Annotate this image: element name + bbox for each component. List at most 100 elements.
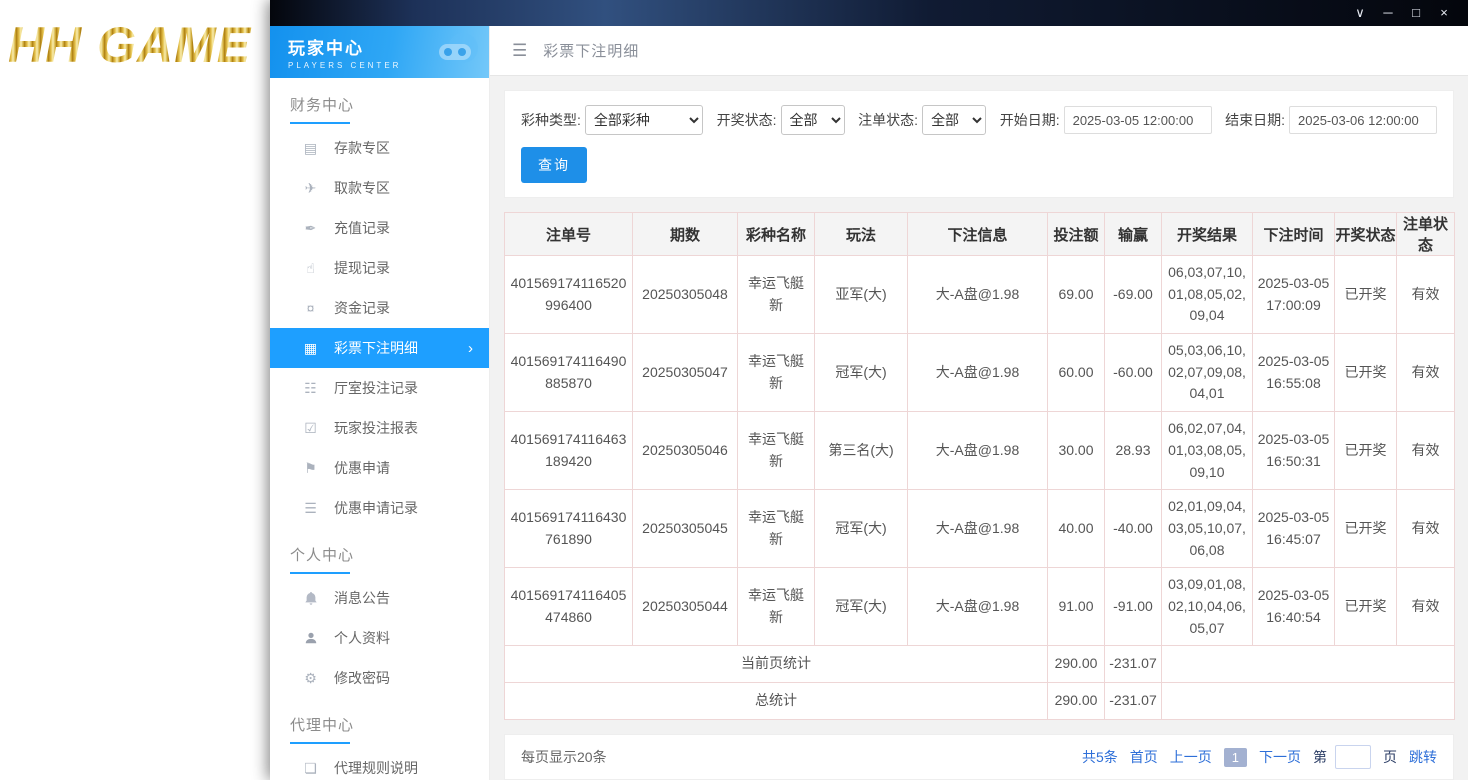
per-page-label: 每页显示20条 xyxy=(521,747,607,767)
section-finance-label: 财务中心 xyxy=(290,94,354,124)
sidebar-item-label: 修改密码 xyxy=(334,668,390,688)
cell-bet-info: 大-A盘@1.98 xyxy=(908,256,1048,334)
cell-bet-time: 2025-03-05 17:00:09 xyxy=(1253,256,1335,334)
page-jump-input[interactable] xyxy=(1335,745,1371,769)
col-lottery-name: 彩种名称 xyxy=(738,213,815,256)
col-bet-status: 注单状态 xyxy=(1397,213,1455,256)
summary-current-label: 当前页统计 xyxy=(505,646,1048,683)
sidebar-item-profile[interactable]: 个人资料 xyxy=(270,618,489,658)
col-period: 期数 xyxy=(633,213,738,256)
cell-bet-amount: 60.00 xyxy=(1048,334,1105,412)
current-page-badge[interactable]: 1 xyxy=(1224,748,1247,767)
hamburger-icon[interactable]: ☰ xyxy=(512,41,527,61)
cell-lottery-name: 幸运飞艇新 xyxy=(738,412,815,490)
cell-bet-info: 大-A盘@1.98 xyxy=(908,412,1048,490)
sidebar-item-lottery-bet-details[interactable]: ▦ 彩票下注明细 › xyxy=(270,328,489,368)
sidebar-item-withdraw[interactable]: ✈ 取款专区 xyxy=(270,168,489,208)
lottery-detail-icon: ▦ xyxy=(302,340,319,357)
cell-lottery-name: 幸运飞艇新 xyxy=(738,334,815,412)
hh-game-logo: HH GAME xyxy=(0,0,270,74)
lottery-type-label: 彩种类型: xyxy=(521,110,581,130)
sidebar-item-label: 存款专区 xyxy=(334,138,390,158)
sidebar-item-deposit[interactable]: ▤ 存款专区 xyxy=(270,128,489,168)
table-row: 401569174116490885870 20250305047 幸运飞艇新 … xyxy=(505,334,1455,412)
summary-current-bet: 290.00 xyxy=(1048,646,1105,683)
page-title: 彩票下注明细 xyxy=(543,40,639,61)
sidebar-item-label: 厅室投注记录 xyxy=(334,378,418,398)
gear-icon: ⚙ xyxy=(302,670,319,687)
cell-bet-status: 有效 xyxy=(1397,334,1455,412)
section-agent-label: 代理中心 xyxy=(290,714,354,744)
sidebar-item-label: 取款专区 xyxy=(334,178,390,198)
main-area: ☰ 彩票下注明细 彩种类型: 全部彩种 开奖状态: 全部 xyxy=(490,26,1468,780)
cell-bet-status: 有效 xyxy=(1397,412,1455,490)
sidebar-item-label: 充值记录 xyxy=(334,218,390,238)
cell-draw-result: 05,03,06,10,02,07,09,08,04,01 xyxy=(1162,334,1253,412)
jump-link[interactable]: 跳转 xyxy=(1409,747,1437,767)
sidebar-item-label: 代理规则说明 xyxy=(334,758,418,778)
sidebar-item-promo-apply-records[interactable]: ☰ 优惠申请记录 xyxy=(270,488,489,528)
document-icon: ❏ xyxy=(302,760,319,777)
draw-status-select[interactable]: 全部 xyxy=(781,105,845,135)
sidebar-item-label: 消息公告 xyxy=(334,588,390,608)
minimize-icon[interactable]: ─ xyxy=(1374,0,1402,26)
cell-period: 20250305044 xyxy=(633,568,738,646)
col-bet-time: 下注时间 xyxy=(1253,213,1335,256)
table-row: 401569174116430761890 20250305045 幸运飞艇新 … xyxy=(505,490,1455,568)
sidebar-item-promo-apply[interactable]: ⚑ 优惠申请 xyxy=(270,448,489,488)
background-page: HH GAME xyxy=(0,0,270,780)
sidebar-item-label: 提现记录 xyxy=(334,258,390,278)
cell-winloss: -69.00 xyxy=(1105,256,1162,334)
prev-page-link[interactable]: 上一页 xyxy=(1170,747,1212,767)
bet-status-select[interactable]: 全部 xyxy=(922,105,986,135)
cell-draw-result: 06,02,07,04,01,03,08,05,09,10 xyxy=(1162,412,1253,490)
sidebar-item-messages[interactable]: 消息公告 xyxy=(270,578,489,618)
lottery-type-select[interactable]: 全部彩种 xyxy=(585,105,703,135)
cell-draw-result: 03,09,01,08,02,10,04,06,05,07 xyxy=(1162,568,1253,646)
cell-winloss: -91.00 xyxy=(1105,568,1162,646)
start-date-input[interactable] xyxy=(1064,106,1212,134)
sidebar-item-agent-rules[interactable]: ❏ 代理规则说明 xyxy=(270,748,489,780)
sidebar-item-hall-bet-records[interactable]: ☷ 厅室投注记录 xyxy=(270,368,489,408)
cell-bet-id: 401569174116490885870 xyxy=(505,334,633,412)
summary-total-label: 总统计 xyxy=(505,683,1048,720)
sidebar-item-label: 优惠申请记录 xyxy=(334,498,418,518)
maximize-icon[interactable]: □ xyxy=(1402,0,1430,26)
cell-bet-info: 大-A盘@1.98 xyxy=(908,490,1048,568)
cell-bet-time: 2025-03-05 16:40:54 xyxy=(1253,568,1335,646)
col-bet-amount: 投注额 xyxy=(1048,213,1105,256)
bet-status-label: 注单状态: xyxy=(858,110,918,130)
close-icon[interactable]: × xyxy=(1430,0,1458,26)
sidebar-item-fund-records[interactable]: ¤ 资金记录 xyxy=(270,288,489,328)
cell-bet-status: 有效 xyxy=(1397,568,1455,646)
cell-play-type: 冠军(大) xyxy=(815,334,908,412)
section-finance: 财务中心 xyxy=(290,94,489,124)
player-report-icon: ☑ xyxy=(302,420,319,437)
cell-draw-status: 已开奖 xyxy=(1335,334,1397,412)
sidebar-item-change-password[interactable]: ⚙ 修改密码 xyxy=(270,658,489,698)
cell-play-type: 冠军(大) xyxy=(815,568,908,646)
cell-winloss: -60.00 xyxy=(1105,334,1162,412)
first-page-link[interactable]: 首页 xyxy=(1130,747,1158,767)
sidebar-item-label: 优惠申请 xyxy=(334,458,390,478)
query-button[interactable]: 查询 xyxy=(521,147,587,183)
table-row: 401569174116520996400 20250305048 幸运飞艇新 … xyxy=(505,256,1455,334)
summary-current-winloss: -231.07 xyxy=(1105,646,1162,683)
cell-bet-status: 有效 xyxy=(1397,490,1455,568)
bet-table: 注单号 期数 彩种名称 玩法 下注信息 投注额 输赢 开奖结果 下注时间 开奖状… xyxy=(504,212,1455,720)
end-date-input[interactable] xyxy=(1289,106,1437,134)
total-count: 共5条 xyxy=(1082,747,1118,767)
window-titlebar: ∨ ─ □ × xyxy=(270,0,1468,26)
window-menu-icon[interactable]: ∨ xyxy=(1346,0,1374,26)
sidebar-item-player-bet-report[interactable]: ☑ 玩家投注报表 xyxy=(270,408,489,448)
sidebar-item-withdrawal-records[interactable]: ☝ 提现记录 xyxy=(270,248,489,288)
cell-draw-result: 06,03,07,10,01,08,05,02,09,04 xyxy=(1162,256,1253,334)
main-topbar: ☰ 彩票下注明细 xyxy=(490,26,1468,76)
section-personal-label: 个人中心 xyxy=(290,544,354,574)
sidebar-item-recharge-records[interactable]: ✒ 充值记录 xyxy=(270,208,489,248)
sidebar: 玩家中心 PLAYERS CENTER 财务中心 ▤ 存款专区 xyxy=(270,26,490,780)
filter-panel: 彩种类型: 全部彩种 开奖状态: 全部 注单状态: 全部 xyxy=(504,90,1454,198)
start-date-label: 开始日期: xyxy=(1000,110,1060,130)
cell-period: 20250305045 xyxy=(633,490,738,568)
next-page-link[interactable]: 下一页 xyxy=(1259,747,1301,767)
